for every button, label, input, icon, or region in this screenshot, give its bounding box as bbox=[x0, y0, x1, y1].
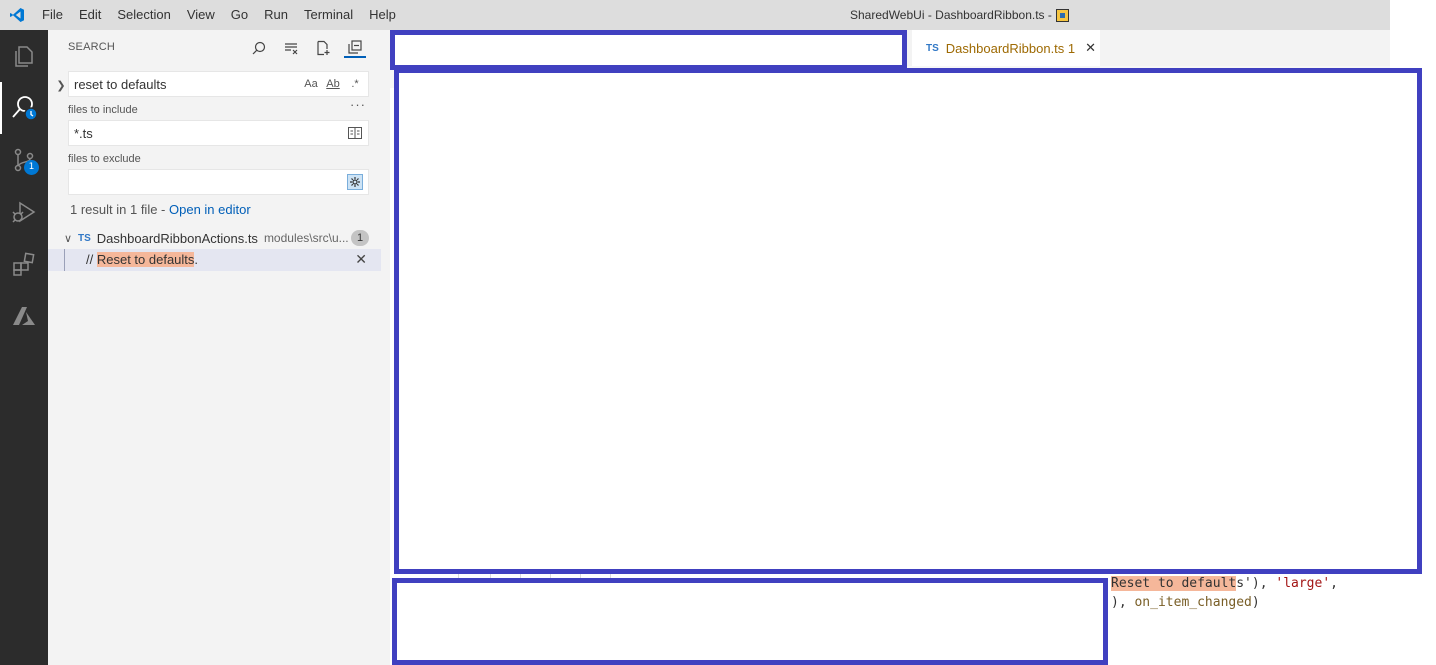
use-regex-icon[interactable]: .* bbox=[347, 76, 363, 92]
menu-edit[interactable]: Edit bbox=[71, 0, 109, 30]
menu-run[interactable]: Run bbox=[256, 0, 296, 30]
menu-go[interactable]: Go bbox=[223, 0, 256, 30]
activity-explorer[interactable] bbox=[0, 30, 48, 82]
toggle-search-details-icon[interactable]: ··· bbox=[350, 97, 366, 112]
match-prefix: // bbox=[86, 252, 97, 267]
explorer-icon bbox=[15, 46, 33, 67]
files-to-include-input[interactable]: *.ts bbox=[68, 120, 369, 146]
match-highlight: Reset to defaults bbox=[96, 252, 195, 267]
azure-icon bbox=[13, 307, 35, 325]
run-debug-icon bbox=[12, 201, 36, 223]
clear-all-icon bbox=[285, 43, 298, 55]
code-text: ), bbox=[1111, 595, 1135, 610]
typescript-tab-icon: TS bbox=[926, 42, 939, 54]
activity-run-debug[interactable] bbox=[0, 186, 48, 238]
profile-badge-icon bbox=[1055, 8, 1069, 22]
search-input[interactable]: reset to defaults Aa Ab .* bbox=[68, 71, 369, 97]
search-options: Aa Ab .* bbox=[303, 76, 368, 92]
window-title: SharedWebUi - DashboardRibbon.ts - bbox=[850, 0, 1069, 30]
redacted-region-tab bbox=[390, 30, 907, 70]
sidebar-actions bbox=[248, 38, 366, 58]
match-case-icon[interactable]: Aa bbox=[303, 76, 319, 92]
exclude-options bbox=[347, 174, 368, 190]
activity-source-control[interactable]: 1 bbox=[0, 134, 48, 186]
include-value: *.ts bbox=[74, 125, 93, 141]
activity-azure[interactable] bbox=[0, 290, 48, 342]
refresh-button[interactable] bbox=[248, 38, 270, 58]
result-match-row[interactable]: // Reset to defaults. ✕ bbox=[48, 249, 381, 271]
open-in-editor-link[interactable]: Open in editor bbox=[169, 202, 251, 217]
extensions-icon bbox=[13, 252, 35, 276]
clear-results-button[interactable] bbox=[280, 38, 302, 58]
chevron-down-icon[interactable]: ∨ bbox=[48, 232, 76, 245]
code-line-2[interactable]: ), on_item_changed) bbox=[1111, 595, 1260, 610]
new-search-editor-button[interactable] bbox=[312, 38, 334, 58]
menu-selection[interactable]: Selection bbox=[109, 0, 178, 30]
search-input-value: reset to defaults bbox=[74, 76, 167, 92]
source-control-badge: 1 bbox=[24, 160, 39, 175]
menu-bar: File Edit Selection View Go Run Terminal… bbox=[34, 0, 404, 30]
search-sidebar: SEARCH ❯ reset to defaults Aa Ab .* ··· … bbox=[48, 30, 381, 665]
exclude-label: files to exclude bbox=[68, 153, 141, 165]
menu-help[interactable]: Help bbox=[361, 0, 404, 30]
use-exclude-settings-icon[interactable] bbox=[347, 174, 363, 190]
activity-bar: 1 bbox=[0, 30, 48, 665]
tab-label: DashboardRibbon.ts 1 bbox=[945, 40, 1076, 56]
tab-close-icon[interactable]: ✕ bbox=[1085, 40, 1096, 56]
dismiss-match-close-icon[interactable]: ✕ bbox=[355, 251, 367, 268]
typescript-file-icon: TS bbox=[78, 232, 91, 244]
collapse-all-icon bbox=[348, 40, 362, 54]
open-editors-only-icon[interactable] bbox=[347, 125, 363, 141]
match-whole-word-icon[interactable]: Ab bbox=[325, 76, 341, 92]
files-to-exclude-input[interactable] bbox=[68, 169, 369, 195]
sash[interactable] bbox=[381, 30, 390, 665]
title-bar: File Edit Selection View Go Run Terminal… bbox=[0, 0, 1390, 30]
code-text: , bbox=[1330, 576, 1338, 591]
redacted-region-editor bbox=[394, 68, 1422, 574]
include-options bbox=[347, 125, 368, 141]
match-count-badge: 1 bbox=[351, 230, 369, 246]
tree-indent-guide bbox=[64, 249, 65, 271]
search-refresh-icon bbox=[252, 41, 266, 55]
window-title-text: SharedWebUi - DashboardRibbon.ts - bbox=[850, 8, 1052, 22]
code-match-highlight: Reset to default bbox=[1111, 576, 1237, 591]
menu-terminal[interactable]: Terminal bbox=[296, 0, 361, 30]
result-summary-text: 1 result in 1 file - bbox=[70, 202, 169, 217]
toggle-replace-chevron-icon[interactable]: ❯ bbox=[54, 79, 68, 92]
menu-file[interactable]: File bbox=[34, 0, 71, 30]
vscode-logo-icon bbox=[0, 0, 34, 30]
match-text: // Reset to defaults. bbox=[86, 252, 198, 267]
result-file-row[interactable]: ∨ TS DashboardRibbonActions.ts modules\s… bbox=[48, 227, 381, 249]
code-text: s'), bbox=[1236, 576, 1276, 591]
code-string: 'large' bbox=[1275, 576, 1331, 591]
include-label: files to include bbox=[68, 104, 138, 116]
tab-dashboard-ribbon[interactable]: TS DashboardRibbon.ts 1 ✕ bbox=[912, 30, 1100, 66]
code-identifier: on_item_changed bbox=[1134, 595, 1252, 610]
result-file-path: modules\src\u... bbox=[263, 231, 349, 245]
collapse-all-button[interactable] bbox=[344, 38, 366, 58]
search-icon bbox=[12, 96, 38, 121]
result-file-name: DashboardRibbonActions.ts bbox=[96, 230, 258, 246]
code-line-1[interactable]: Reset to defaults'), 'large', bbox=[1111, 576, 1338, 591]
sidebar-title: SEARCH bbox=[68, 41, 116, 53]
new-file-icon bbox=[317, 40, 330, 56]
code-text: ) bbox=[1251, 595, 1260, 610]
match-suffix: . bbox=[194, 252, 199, 267]
activity-search[interactable] bbox=[0, 82, 48, 134]
redacted-region-bottom bbox=[392, 578, 1108, 665]
result-summary: 1 result in 1 file - Open in editor bbox=[70, 202, 251, 217]
menu-view[interactable]: View bbox=[179, 0, 223, 30]
activity-extensions[interactable] bbox=[0, 238, 48, 290]
